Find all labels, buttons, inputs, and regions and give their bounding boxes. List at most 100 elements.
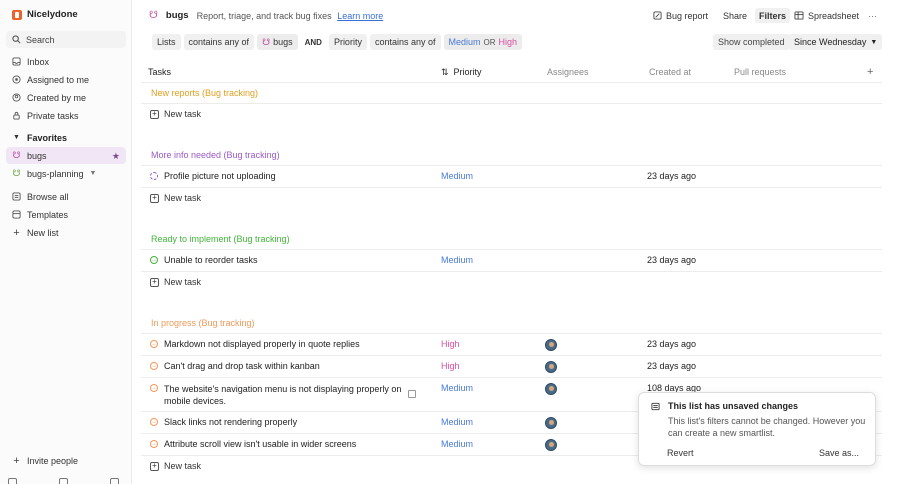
sidebar-item-created-by-me[interactable]: Created by me: [6, 89, 126, 106]
sidebar-item-new-list[interactable]: + New list: [6, 224, 126, 241]
filter-value-bugs[interactable]: ☋ bugs: [257, 34, 298, 50]
column-header-label: Priority: [453, 67, 482, 77]
learn-more-link[interactable]: Learn more: [337, 11, 383, 21]
sidebar-item-templates[interactable]: Templates: [6, 206, 126, 223]
plus-icon: +: [150, 193, 159, 203]
sidebar-item-bugs-planning[interactable]: ☋ bugs-planning ▼: [6, 165, 126, 182]
subtitle-text: Report, triage, and track bug fixes: [196, 10, 332, 21]
status-in-progress-icon[interactable]: →: [150, 440, 158, 448]
priority-cell[interactable]: Medium: [441, 383, 473, 393]
new-task-button[interactable]: + New task: [150, 109, 201, 119]
filter-value-priority[interactable]: Medium OR High: [443, 34, 523, 50]
star-icon[interactable]: ★: [112, 151, 120, 162]
calendar-icon[interactable]: [59, 478, 68, 484]
divider: [141, 271, 882, 272]
priority-cell[interactable]: High: [441, 339, 460, 349]
sidebar-item-bugs[interactable]: ☋ bugs ★: [6, 147, 126, 164]
more-options-button[interactable]: ···: [864, 8, 881, 23]
priority-high: High: [498, 37, 518, 47]
status-in-progress-icon[interactable]: →: [150, 362, 158, 370]
priority-cell[interactable]: Medium: [441, 255, 473, 265]
status-ready-icon[interactable]: →: [150, 256, 158, 264]
spreadsheet-label: Spreadsheet: [808, 10, 860, 21]
search-button[interactable]: Search: [6, 31, 126, 48]
show-completed-toggle[interactable]: Show completed: [713, 34, 790, 50]
group-header[interactable]: New reports (Bug tracking): [151, 88, 258, 98]
bug-icon: ☋: [12, 150, 21, 160]
column-header-assignees[interactable]: Assignees: [547, 62, 589, 82]
priority-cell[interactable]: Medium: [441, 439, 473, 449]
help-icon[interactable]: [8, 478, 17, 484]
column-header-pull-requests[interactable]: Pull requests: [734, 62, 786, 82]
column-header-tasks[interactable]: Tasks: [148, 62, 171, 82]
since-dropdown[interactable]: Since Wednesday ▼: [789, 34, 883, 50]
status-in-progress-icon[interactable]: →: [150, 384, 158, 392]
avatar[interactable]: [545, 439, 557, 451]
divider: [141, 187, 882, 188]
priority-cell[interactable]: High: [441, 361, 460, 371]
avatar[interactable]: [545, 361, 557, 373]
sidebar-item-browse-all[interactable]: Browse all: [6, 188, 126, 205]
task-cell: → The website's navigation menu is not d…: [150, 383, 401, 407]
revert-button[interactable]: Revert: [667, 448, 694, 458]
new-task-button[interactable]: + New task: [150, 461, 201, 471]
sidebar-item-label: Assigned to me: [27, 74, 90, 85]
template-icon: [12, 210, 21, 219]
task-cell: → Unable to reorder tasks: [150, 255, 258, 265]
sidebar-item-inbox[interactable]: Inbox: [6, 53, 126, 70]
plus-icon: +: [13, 454, 20, 467]
since-label: Since Wednesday: [794, 37, 867, 47]
task-cell: → Attribute scroll view isn't usable in …: [150, 439, 356, 449]
sidebar-item-label: Created by me: [27, 92, 87, 103]
bug-report-button[interactable]: Bug report: [649, 8, 712, 23]
avatar[interactable]: [545, 383, 557, 395]
invite-people-button[interactable]: + Invite people: [6, 452, 126, 469]
status-info-icon[interactable]: [150, 172, 158, 180]
share-button[interactable]: Share: [719, 8, 751, 23]
share-label: Share: [723, 10, 748, 21]
priority-cell[interactable]: Medium: [441, 171, 473, 181]
column-header-priority[interactable]: ⇅ Priority: [441, 62, 482, 82]
caret-down-icon: ▼: [13, 134, 20, 141]
avatar[interactable]: [545, 339, 557, 351]
filter-icon: ▼: [89, 170, 97, 177]
chevron-down-icon: ▼: [870, 38, 878, 46]
divider: [141, 82, 882, 83]
filter-operator[interactable]: contains any of: [183, 34, 255, 50]
column-header-created-at[interactable]: Created at: [649, 62, 691, 82]
new-task-button[interactable]: + New task: [150, 277, 201, 287]
status-in-progress-icon[interactable]: →: [150, 418, 158, 426]
task-title-line: The website's navigation menu is not dis…: [164, 384, 402, 394]
filter-field-lists[interactable]: Lists: [152, 34, 181, 50]
avatar[interactable]: [545, 417, 557, 429]
priority-cell[interactable]: Medium: [441, 417, 473, 427]
or-separator: OR: [483, 37, 496, 47]
inbox-icon: [12, 57, 21, 66]
user-circle-icon: [12, 93, 21, 102]
workspace-switcher[interactable]: Nicelydone: [12, 9, 78, 20]
group-header[interactable]: Ready to implement (Bug tracking): [151, 234, 290, 244]
group-header[interactable]: More info needed (Bug tracking): [151, 150, 280, 160]
bug-report-label: Bug report: [666, 10, 709, 21]
sidebar-item-assigned-to-me[interactable]: Assigned to me: [6, 71, 126, 88]
open-task-icon[interactable]: [408, 390, 416, 398]
new-task-label: New task: [164, 193, 202, 203]
search-label: Search: [26, 34, 55, 45]
save-as-button[interactable]: Save as...: [819, 448, 859, 458]
spreadsheet-view-button[interactable]: Spreadsheet: [790, 8, 863, 23]
filters-button[interactable]: Filters: [755, 8, 791, 23]
filter-operator[interactable]: contains any of: [369, 34, 441, 50]
task-cell: → Can't drag and drop task within kanban: [150, 361, 320, 371]
favorites-toggle[interactable]: ▼ Favorites: [6, 129, 126, 146]
new-task-button[interactable]: + New task: [150, 193, 201, 203]
settings-icon[interactable]: [110, 478, 119, 484]
add-column-button[interactable]: +: [867, 62, 873, 82]
sidebar-item-private-tasks[interactable]: Private tasks: [6, 107, 126, 124]
divider: [141, 333, 882, 334]
sort-icon: ⇅: [441, 66, 449, 77]
filter-conjunction[interactable]: AND: [301, 38, 326, 47]
status-in-progress-icon[interactable]: →: [150, 340, 158, 348]
group-header[interactable]: In progress (Bug tracking): [151, 318, 255, 328]
new-task-label: New task: [164, 277, 202, 287]
filter-field-priority[interactable]: Priority: [328, 34, 367, 50]
